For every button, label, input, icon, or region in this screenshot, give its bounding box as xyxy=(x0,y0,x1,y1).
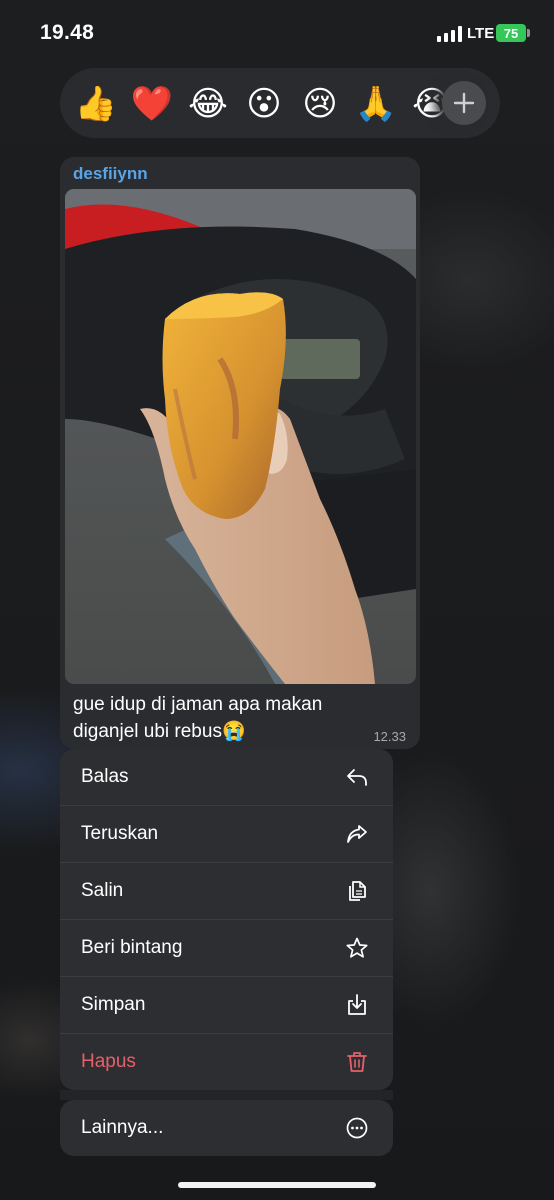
menu-item-reply[interactable]: Balas xyxy=(60,749,393,806)
menu-item-more[interactable]: Lainnya... xyxy=(60,1100,393,1156)
menu-item-copy[interactable]: Salin xyxy=(60,863,393,920)
copy-icon xyxy=(349,881,366,901)
sender-name[interactable]: desfiiynn xyxy=(73,164,148,184)
message-bubble[interactable]: desfiiynn gue idup di jaman apa makan di… xyxy=(60,157,420,749)
menu-item-forward[interactable]: Teruskan xyxy=(60,806,393,863)
menu-item-label: Teruskan xyxy=(81,823,159,844)
battery-cap xyxy=(527,29,530,37)
more-icon xyxy=(346,1117,368,1139)
menu-item-label: Hapus xyxy=(81,1051,136,1072)
reaction-bar: 👍 ❤️ 😂 😮 😢 🙏 😭 xyxy=(60,68,500,138)
menu-separator xyxy=(60,1090,393,1100)
trash-icon xyxy=(347,1052,367,1072)
battery-level: 75 xyxy=(503,25,519,41)
context-menu: Balas Teruskan Salin Beri bintang Simpan… xyxy=(60,749,393,1156)
menu-item-label: Balas xyxy=(81,766,129,787)
save-icon xyxy=(348,994,366,1015)
message-photo[interactable] xyxy=(65,189,416,684)
status-bar: 19.48 LTE 75 xyxy=(0,0,554,64)
network-type: LTE xyxy=(467,25,495,42)
reply-icon xyxy=(347,769,367,786)
crying-reaction[interactable]: 😢 xyxy=(298,82,342,126)
message-caption: gue idup di jaman apa makan diganjel ubi… xyxy=(73,694,323,742)
menu-item-save[interactable]: Simpan xyxy=(60,977,393,1034)
menu-more-group: Lainnya... xyxy=(60,1100,393,1156)
status-time: 19.48 xyxy=(40,21,95,44)
menu-item-label: Lainnya... xyxy=(81,1117,164,1138)
surprised-reaction[interactable]: 😮 xyxy=(242,82,286,126)
red-heart-reaction[interactable]: ❤️ xyxy=(130,82,174,126)
signal-icon xyxy=(437,26,462,42)
tears-of-joy-reaction[interactable]: 😂 xyxy=(186,82,230,126)
add-reaction-button[interactable] xyxy=(442,81,486,125)
folded-hands-reaction[interactable]: 🙏 xyxy=(354,82,398,126)
message-time: 12.33 xyxy=(373,729,406,744)
sweet-potato-photo xyxy=(65,189,416,684)
menu-item-label: Salin xyxy=(81,880,124,901)
menu-item-label: Simpan xyxy=(81,994,146,1015)
forward-icon xyxy=(347,825,367,843)
home-indicator[interactable] xyxy=(178,1182,376,1188)
thumbs-up-reaction[interactable]: 👍 xyxy=(74,82,118,126)
star-icon xyxy=(346,937,368,958)
plus-icon xyxy=(453,92,475,114)
menu-main-group: Balas Teruskan Salin Beri bintang Simpan… xyxy=(60,749,393,1090)
menu-item-delete[interactable]: Hapus xyxy=(60,1034,393,1090)
battery-icon: 75 xyxy=(496,24,526,42)
menu-item-star[interactable]: Beri bintang xyxy=(60,920,393,977)
menu-item-label: Beri bintang xyxy=(81,937,183,958)
